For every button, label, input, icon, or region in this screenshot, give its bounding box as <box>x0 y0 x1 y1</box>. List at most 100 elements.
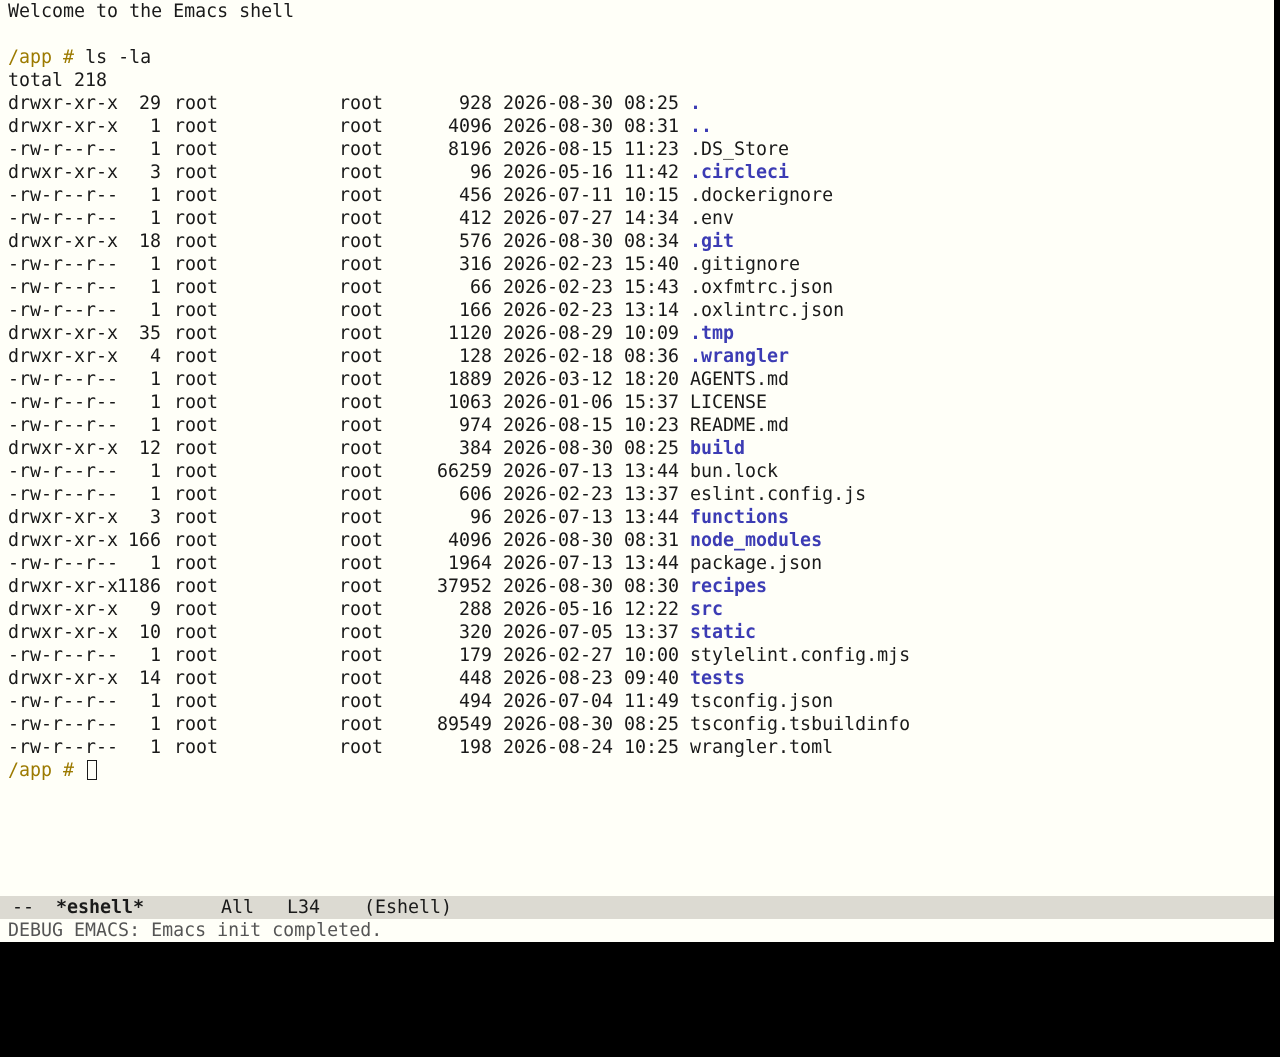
entry-group: root <box>339 415 384 436</box>
entry-link-count: 1 <box>149 484 161 505</box>
entry-directory-name[interactable]: .circleci <box>690 161 789 184</box>
entry-date: 2026-07-11 <box>503 185 614 206</box>
entry-date: 2026-02-23 <box>503 277 614 298</box>
entry-owner: root <box>174 369 219 390</box>
entry-directory-name[interactable]: build <box>690 437 745 460</box>
entry-link-count: 1 <box>149 369 161 390</box>
entry-owner: root <box>174 530 219 551</box>
listing-row: drwxr-xr-x 166 root root 4096 2026-08-30 08:31… <box>8 529 1108 552</box>
mode-line-position: All <box>221 897 255 918</box>
entry-time: 08:31 <box>624 530 680 551</box>
entry-date: 2026-01-06 <box>503 392 614 413</box>
entry-group: root <box>339 438 384 459</box>
entry-directory-name[interactable]: . <box>690 92 701 115</box>
entry-date: 2026-08-29 <box>503 323 614 344</box>
listing-total: total 218 <box>8 70 108 91</box>
mode-line[interactable]: -- *eshell* All L34 (Eshell) <box>0 896 1274 919</box>
entry-size: 4096 <box>447 116 492 137</box>
entry-directory-name[interactable]: recipes <box>690 575 767 598</box>
entry-date: 2026-08-15 <box>503 139 614 160</box>
entry-group: root <box>339 300 384 321</box>
entry-group: root <box>339 231 384 252</box>
entry-time: 18:20 <box>624 369 680 390</box>
eshell-buffer[interactable]: Welcome to the Emacs shell /app # ls -la… <box>0 0 1274 896</box>
entry-directory-name[interactable]: .tmp <box>690 322 734 345</box>
entry-date: 2026-02-23 <box>503 484 614 505</box>
entry-file-name[interactable]: eslint.config.js <box>690 483 866 506</box>
entry-directory-name[interactable]: static <box>690 621 756 644</box>
entry-owner: root <box>174 691 219 712</box>
entry-permissions: -rw-r--r-- <box>8 369 119 390</box>
entry-directory-name[interactable]: node_modules <box>690 529 822 552</box>
entry-file-name[interactable]: README.md <box>690 414 789 437</box>
entry-permissions: -rw-r--r-- <box>8 691 119 712</box>
entry-link-count: 1 <box>149 208 161 229</box>
active-prompt[interactable]: /app # <box>8 759 98 782</box>
entry-link-count: 1 <box>149 461 161 482</box>
entry-date: 2026-02-18 <box>503 346 614 367</box>
entry-time: 10:15 <box>624 185 680 206</box>
entry-directory-name[interactable]: tests <box>690 667 745 690</box>
entry-file-name[interactable]: wrangler.toml <box>690 736 833 759</box>
entry-file-name[interactable]: .env <box>690 207 734 230</box>
entry-group: root <box>339 116 384 137</box>
entry-file-name[interactable]: .gitignore <box>690 253 800 276</box>
mode-line-major-mode[interactable]: (Eshell) <box>364 896 452 919</box>
entry-owner: root <box>174 622 219 643</box>
listing-row: -rw-r--r-- 1 root root 1063 2026-01-06 15:37 LI… <box>8 391 1108 414</box>
entry-owner: root <box>174 277 219 298</box>
entry-link-count: 29 <box>138 93 161 114</box>
entry-link-count: 1 <box>149 185 161 206</box>
listing-row: -rw-r--r-- 1 root root 412 2026-07-27 14:34 .en… <box>8 207 1108 230</box>
entry-date: 2026-05-16 <box>503 599 614 620</box>
entry-size: 8196 <box>447 139 492 160</box>
entry-link-count: 1 <box>149 300 161 321</box>
entry-directory-name[interactable]: .wrangler <box>690 345 789 368</box>
entry-directory-name[interactable]: .git <box>690 230 734 253</box>
entry-size: 96 <box>469 162 492 183</box>
entry-owner: root <box>174 323 219 344</box>
prompt-directory: /app <box>8 47 53 68</box>
entry-group: root <box>339 392 384 413</box>
entry-time: 13:44 <box>624 507 680 528</box>
entry-date: 2026-07-04 <box>503 691 614 712</box>
entry-file-name[interactable]: .dockerignore <box>690 184 833 207</box>
entry-file-name[interactable]: tsconfig.tsbuildinfo <box>690 713 910 736</box>
entry-file-name[interactable]: stylelint.config.mjs <box>690 644 910 667</box>
mode-line-buffer-name[interactable]: *eshell* <box>56 896 144 919</box>
entry-date: 2026-08-30 <box>503 438 614 459</box>
entry-size: 974 <box>458 415 492 436</box>
entry-group: root <box>339 254 384 275</box>
entry-file-name[interactable]: package.json <box>690 552 822 575</box>
entry-group: root <box>339 208 384 229</box>
entry-permissions: -rw-r--r-- <box>8 714 119 735</box>
entry-owner: root <box>174 461 219 482</box>
entry-date: 2026-08-30 <box>503 116 614 137</box>
entry-directory-name[interactable]: src <box>690 598 723 621</box>
entry-size: 494 <box>458 691 492 712</box>
listing-row: -rw-r--r-- 1 root root 974 2026-08-15 10:23 REA… <box>8 414 1108 437</box>
entry-file-name[interactable]: tsconfig.json <box>690 690 833 713</box>
entry-permissions: drwxr-xr-x <box>8 438 119 459</box>
entry-owner: root <box>174 208 219 229</box>
entry-file-name[interactable]: .oxfmtrc.json <box>690 276 833 299</box>
entry-size: 576 <box>458 231 492 252</box>
entry-file-name[interactable]: bun.lock <box>690 460 778 483</box>
entry-time: 13:37 <box>624 484 680 505</box>
entry-directory-name[interactable]: functions <box>690 506 789 529</box>
entry-size: 1889 <box>447 369 492 390</box>
entry-size: 1063 <box>447 392 492 413</box>
entry-file-name[interactable]: LICENSE <box>690 391 767 414</box>
entry-permissions: -rw-r--r-- <box>8 461 119 482</box>
entry-link-count: 4 <box>149 346 161 367</box>
entry-owner: root <box>174 300 219 321</box>
entry-date: 2026-08-30 <box>503 576 614 597</box>
entry-file-name[interactable]: .oxlintrc.json <box>690 299 844 322</box>
entry-permissions: drwxr-xr-x <box>8 93 119 114</box>
entry-directory-name[interactable]: .. <box>690 115 712 138</box>
entry-time: 10:09 <box>624 323 680 344</box>
entry-time: 11:23 <box>624 139 680 160</box>
entry-file-name[interactable]: .DS_Store <box>690 138 789 161</box>
listing-row: -rw-r--r-- 1 root root 198 2026-08-24 10:25 wra… <box>8 736 1108 759</box>
entry-file-name[interactable]: AGENTS.md <box>690 368 789 391</box>
